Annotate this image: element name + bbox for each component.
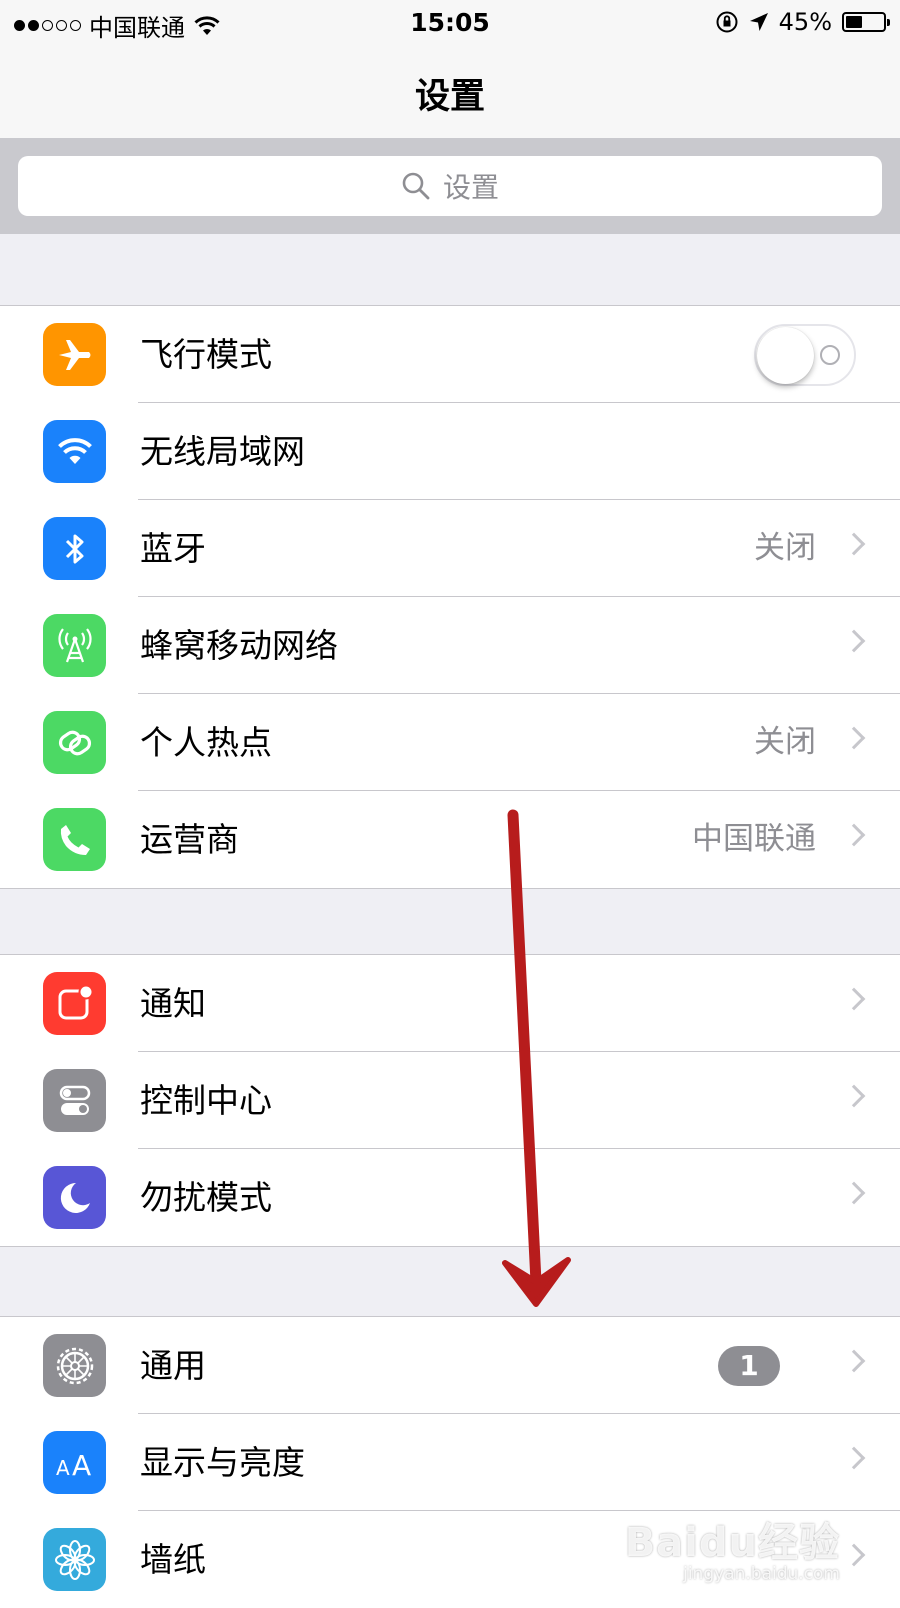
row-value: 关闭 bbox=[754, 530, 816, 566]
status-bar: 中国联通 15:05 45% bbox=[0, 0, 900, 44]
notification-icon bbox=[43, 972, 106, 1035]
row-label: 无线局域网 bbox=[140, 432, 305, 471]
svg-text:A: A bbox=[72, 1449, 91, 1480]
annotation-arrow-head bbox=[502, 1257, 571, 1307]
gear-icon bbox=[43, 1334, 106, 1397]
settings-row-airplane-mode[interactable]: 飞行模式 bbox=[0, 306, 900, 403]
airplane-icon bbox=[43, 323, 106, 386]
row-value: 关闭 bbox=[754, 724, 816, 760]
row-label: 运营商 bbox=[140, 820, 239, 859]
update-badge: 1 bbox=[718, 1346, 780, 1386]
chevron-right-icon bbox=[842, 1181, 866, 1205]
settings-row-personal-hotspot[interactable]: 个人热点 关闭 bbox=[0, 694, 900, 791]
row-label: 个人热点 bbox=[140, 723, 272, 762]
battery-fill bbox=[846, 16, 863, 28]
battery-icon bbox=[842, 12, 890, 32]
search-area: 设置 bbox=[0, 138, 900, 234]
status-right: 45% bbox=[715, 8, 890, 36]
watermark-brand: Baidu经验 bbox=[624, 1520, 840, 1566]
bluetooth-icon bbox=[43, 517, 106, 580]
control-center-icon bbox=[43, 1069, 106, 1132]
settings-row-carrier[interactable]: 运营商 中国联通 bbox=[0, 791, 900, 888]
settings-row-wlan[interactable]: 无线局域网 bbox=[0, 403, 900, 500]
settings-row-notifications[interactable]: 通知 bbox=[0, 955, 900, 1052]
settings-row-do-not-disturb[interactable]: 勿扰模式 bbox=[0, 1149, 900, 1246]
settings-row-bluetooth[interactable]: 蓝牙 关闭 bbox=[0, 500, 900, 597]
row-label: 蓝牙 bbox=[140, 529, 206, 568]
settings-row-display-brightness[interactable]: A A 显示与亮度 bbox=[0, 1414, 900, 1511]
search-input[interactable]: 设置 bbox=[18, 156, 882, 216]
chevron-right-icon bbox=[842, 823, 866, 847]
toggle-off-indicator-icon bbox=[820, 345, 840, 365]
row-label: 蜂窝移动网络 bbox=[140, 626, 338, 665]
location-icon bbox=[749, 13, 768, 31]
settings-row-cellular[interactable]: 蜂窝移动网络 bbox=[0, 597, 900, 694]
chevron-right-icon bbox=[842, 532, 866, 556]
row-label: 飞行模式 bbox=[140, 335, 272, 374]
svg-text:A: A bbox=[56, 1456, 70, 1480]
row-label: 显示与亮度 bbox=[140, 1443, 305, 1482]
cellular-icon bbox=[43, 614, 106, 677]
wallpaper-icon bbox=[43, 1528, 106, 1591]
row-value: 中国联通 bbox=[692, 821, 816, 857]
settings-row-control-center[interactable]: 控制中心 bbox=[0, 1052, 900, 1149]
chevron-right-icon bbox=[842, 987, 866, 1011]
search-icon bbox=[402, 172, 430, 200]
airplane-mode-toggle[interactable] bbox=[754, 324, 856, 386]
chevron-right-icon bbox=[842, 629, 866, 653]
settings-group-notifications: 通知 控制中心 勿扰模式 bbox=[0, 954, 900, 1247]
row-label: 勿扰模式 bbox=[140, 1178, 272, 1217]
wifi-icon bbox=[43, 420, 106, 483]
settings-group-connectivity: 飞行模式 无线局域网 蓝牙 关闭 蜂窝移动网络 个人热点 关闭 运营商 中国联通 bbox=[0, 305, 900, 889]
chevron-right-icon bbox=[842, 1349, 866, 1373]
baidu-watermark: Baidu经验 jingyan.baidu.com bbox=[625, 1510, 840, 1584]
page-title: 设置 bbox=[414, 77, 485, 117]
search-placeholder: 设置 bbox=[442, 171, 499, 204]
toggle-knob bbox=[757, 327, 814, 384]
chevron-right-icon bbox=[842, 1084, 866, 1108]
row-label: 控制中心 bbox=[140, 1081, 272, 1120]
hotspot-icon bbox=[43, 711, 106, 774]
chevron-right-icon bbox=[842, 1543, 866, 1567]
row-label: 通知 bbox=[140, 984, 206, 1023]
rotation-lock-icon bbox=[716, 11, 738, 33]
chevron-right-icon bbox=[842, 726, 866, 750]
chevron-right-icon bbox=[842, 1446, 866, 1470]
settings-row-general[interactable]: 通用 1 bbox=[0, 1317, 900, 1414]
phone-icon bbox=[43, 808, 106, 871]
battery-percent: 45% bbox=[778, 8, 832, 36]
moon-icon bbox=[43, 1166, 106, 1229]
display-icon: A A bbox=[43, 1431, 106, 1494]
row-label: 通用 bbox=[140, 1346, 206, 1385]
row-label: 墙纸 bbox=[140, 1540, 206, 1579]
navigation-bar: 设置 bbox=[0, 44, 900, 138]
